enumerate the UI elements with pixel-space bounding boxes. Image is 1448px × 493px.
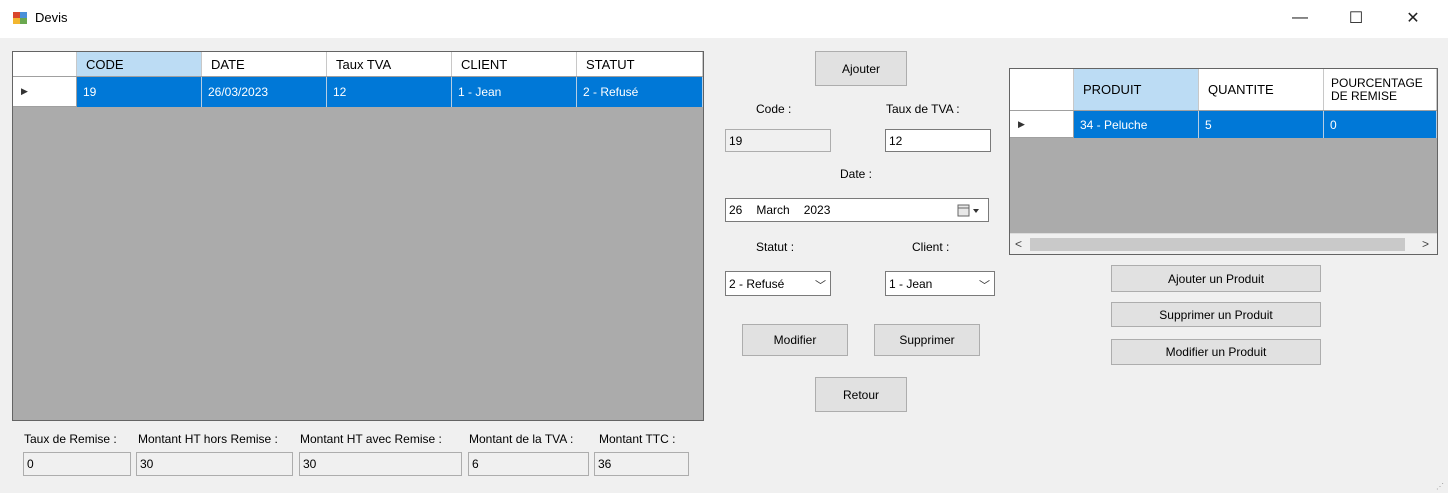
modify-button[interactable]: Modifier (742, 324, 848, 356)
column-header-pourcentage-remise[interactable]: POURCENTAGE DE REMISE (1324, 69, 1437, 110)
cell-taux-tva[interactable]: 12 (327, 77, 452, 107)
table-row[interactable]: ▶ 34 - Peluche 5 0 (1010, 111, 1437, 138)
ht-hors-remise-field[interactable]: 30 (136, 452, 293, 476)
chevron-down-icon: ﹀ (979, 280, 990, 292)
remise-field[interactable]: 0 (23, 452, 131, 476)
delete-button[interactable]: Supprimer (874, 324, 980, 356)
cell-client[interactable]: 1 - Jean (452, 77, 577, 107)
window-title: Devis (35, 10, 68, 25)
cell-quantite[interactable]: 5 (1199, 111, 1324, 138)
cell-date[interactable]: 26/03/2023 (202, 77, 327, 107)
tva-field[interactable]: 12 (885, 129, 991, 152)
row-header-corner (1010, 69, 1074, 110)
date-year[interactable]: 2023 (804, 203, 831, 217)
back-button[interactable]: Retour (815, 377, 907, 412)
date-day[interactable]: 26 (729, 203, 742, 217)
resize-grip-icon[interactable]: ⋰ (1436, 483, 1444, 491)
chevron-down-icon: ﹀ (815, 280, 826, 292)
ttc-field[interactable]: 36 (594, 452, 689, 476)
add-devis-button[interactable]: Ajouter (815, 51, 907, 86)
product-grid[interactable]: PRODUIT QUANTITE POURCENTAGE DE REMISE ▶… (1009, 68, 1438, 255)
code-label: Code : (756, 102, 792, 116)
table-row[interactable]: ▶ 19 26/03/2023 12 1 - Jean 2 - Refusé (13, 77, 703, 107)
current-row-arrow-icon: ▶ (21, 86, 28, 96)
close-button[interactable]: ✕ (1390, 0, 1436, 36)
column-header-date[interactable]: DATE (202, 52, 327, 76)
column-header-taux-tva[interactable]: Taux TVA (327, 52, 452, 76)
tva-amount-label: Montant de la TVA : (469, 432, 574, 446)
calendar-dropdown-icon[interactable] (957, 204, 983, 217)
date-month[interactable]: March (756, 203, 789, 217)
date-picker[interactable]: 26 March 2023 (725, 198, 989, 222)
column-header-client[interactable]: CLIENT (452, 52, 577, 76)
scrollbar-thumb[interactable] (1030, 238, 1405, 251)
client-select-value: 1 - Jean (889, 276, 933, 291)
app-icon (13, 12, 27, 24)
devis-grid[interactable]: CODE DATE Taux TVA CLIENT STATUT ▶ 19 26… (12, 51, 704, 421)
row-header-corner (13, 52, 77, 76)
code-field[interactable]: 19 (725, 129, 831, 152)
current-row-arrow-icon: ▶ (1018, 118, 1025, 129)
horizontal-scrollbar[interactable]: < > (1010, 233, 1437, 254)
modify-product-button[interactable]: Modifier un Produit (1111, 339, 1321, 365)
ht-hors-remise-label: Montant HT hors Remise : (138, 432, 278, 446)
product-grid-header: PRODUIT QUANTITE POURCENTAGE DE REMISE (1010, 69, 1437, 111)
cell-remise[interactable]: 0 (1324, 111, 1437, 138)
scroll-left-icon[interactable]: < (1015, 237, 1022, 251)
cell-produit[interactable]: 34 - Peluche (1074, 111, 1199, 138)
minimize-button[interactable]: — (1277, 0, 1323, 36)
devis-grid-header: CODE DATE Taux TVA CLIENT STATUT (13, 52, 703, 77)
statut-select-value: 2 - Refusé (729, 276, 785, 291)
ht-avec-remise-label: Montant HT avec Remise : (300, 432, 442, 446)
tva-amount-field[interactable]: 6 (468, 452, 589, 476)
client-select[interactable]: 1 - Jean ﹀ (885, 271, 995, 296)
title-bar: Devis — ☐ ✕ (0, 0, 1448, 38)
column-header-produit[interactable]: PRODUIT (1074, 69, 1199, 110)
client-label: Client : (912, 240, 950, 254)
column-header-quantite[interactable]: QUANTITE (1199, 69, 1324, 110)
ttc-label: Montant TTC : (599, 432, 676, 446)
row-header[interactable]: ▶ (1010, 111, 1074, 138)
column-header-statut[interactable]: STATUT (577, 52, 703, 76)
column-header-code[interactable]: CODE (77, 52, 202, 76)
row-header[interactable]: ▶ (13, 77, 77, 107)
statut-label: Statut : (756, 240, 795, 254)
delete-product-button[interactable]: Supprimer un Produit (1111, 302, 1321, 327)
statut-select[interactable]: 2 - Refusé ﹀ (725, 271, 831, 296)
maximize-button[interactable]: ☐ (1333, 0, 1379, 36)
ht-avec-remise-field[interactable]: 30 (299, 452, 462, 476)
tva-label: Taux de TVA : (886, 102, 960, 116)
cell-code[interactable]: 19 (77, 77, 202, 107)
cell-statut[interactable]: 2 - Refusé (577, 77, 703, 107)
add-product-button[interactable]: Ajouter un Produit (1111, 265, 1321, 292)
remise-label: Taux de Remise : (24, 432, 117, 446)
scroll-right-icon[interactable]: > (1422, 237, 1429, 251)
date-label: Date : (840, 167, 873, 181)
